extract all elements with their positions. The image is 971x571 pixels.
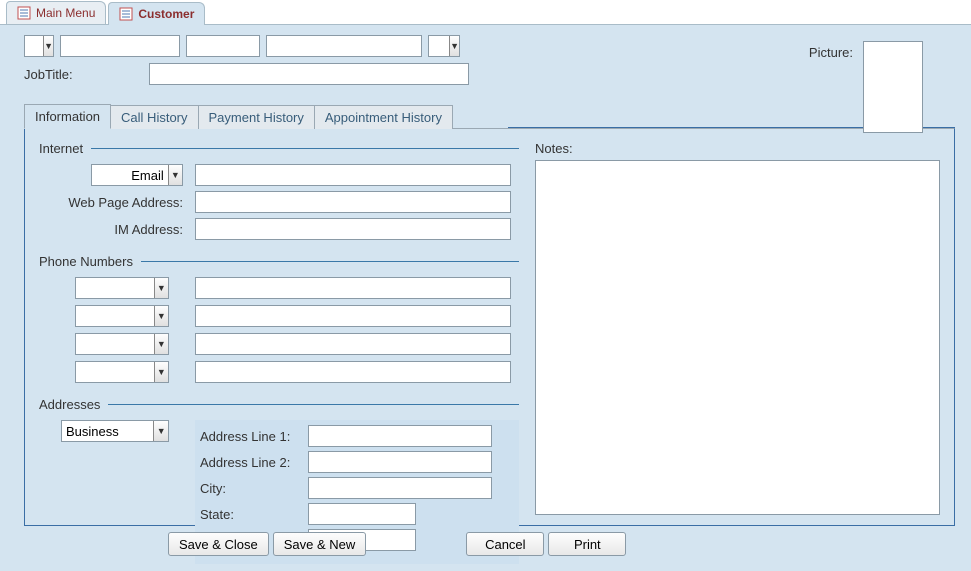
form-area: ▼ ▼ JobTitle: Picture: In (0, 25, 971, 564)
picture-label: Picture: (809, 45, 853, 60)
chevron-down-icon[interactable]: ▼ (153, 421, 168, 441)
right-column: Notes: (535, 141, 940, 515)
phone-type-combo-4[interactable]: ▼ (75, 361, 169, 383)
notes-textarea[interactable] (535, 160, 940, 515)
address-type-combo[interactable]: ▼ (61, 420, 169, 442)
save-close-button[interactable]: Save & Close (168, 532, 269, 556)
internet-legend: Internet (39, 141, 83, 156)
tab-body-information: Internet ▼ Web Page Address: (24, 128, 955, 526)
chevron-down-icon[interactable]: ▼ (449, 36, 459, 56)
phone-legend: Phone Numbers (39, 254, 133, 269)
phone-number-input-2[interactable] (195, 305, 511, 327)
save-new-button[interactable]: Save & New (273, 532, 367, 556)
phone-type-input[interactable] (76, 334, 154, 354)
inner-tab-control: Information Call History Payment History… (24, 103, 955, 526)
addr-city-input[interactable] (308, 477, 492, 499)
addr-line1-input[interactable] (308, 425, 492, 447)
doctab-label: Customer (138, 7, 194, 21)
middle-name-input[interactable] (186, 35, 260, 57)
phone-type-input[interactable] (76, 306, 154, 326)
last-name-input[interactable] (266, 35, 422, 57)
address-legend: Addresses (39, 397, 100, 412)
phone-row-4: ▼ (39, 361, 519, 383)
im-label: IM Address: (39, 222, 189, 237)
phone-type-combo-3[interactable]: ▼ (75, 333, 169, 355)
phone-type-input[interactable] (76, 362, 154, 382)
phone-number-input-3[interactable] (195, 333, 511, 355)
form-icon (17, 6, 31, 20)
phone-row-3: ▼ (39, 333, 519, 355)
cancel-button[interactable]: Cancel (466, 532, 544, 556)
jobtitle-label: JobTitle: (24, 67, 73, 82)
left-column: Internet ▼ Web Page Address: (39, 141, 519, 515)
addr-state-input[interactable] (308, 503, 416, 525)
email-type-combo[interactable]: ▼ (91, 164, 183, 186)
picture-frame[interactable] (863, 41, 923, 133)
chevron-down-icon[interactable]: ▼ (168, 165, 182, 185)
doctab-customer[interactable]: Customer (108, 2, 205, 25)
suffix-combo[interactable]: ▼ (428, 35, 460, 57)
addr-line2-input[interactable] (308, 451, 492, 473)
print-button[interactable]: Print (548, 532, 626, 556)
header-row: ▼ ▼ JobTitle: Picture: (24, 35, 955, 85)
customer-form-window: Main Menu Customer ▼ ▼ (0, 0, 971, 571)
addr-line1-label: Address Line 1: (200, 429, 302, 444)
phone-type-combo-2[interactable]: ▼ (75, 305, 169, 327)
chevron-down-icon[interactable]: ▼ (154, 362, 168, 382)
chevron-down-icon[interactable]: ▼ (154, 278, 168, 298)
phone-row-1: ▼ (39, 277, 519, 299)
tab-payment-history[interactable]: Payment History (198, 105, 315, 129)
tab-call-history[interactable]: Call History (110, 105, 198, 129)
document-tab-strip: Main Menu Customer (0, 0, 971, 25)
phone-number-input-1[interactable] (195, 277, 511, 299)
addr-state-label: State: (200, 507, 302, 522)
internet-group: Internet ▼ Web Page Address: (39, 141, 519, 240)
phone-number-input-4[interactable] (195, 361, 511, 383)
tab-appointment-history[interactable]: Appointment History (314, 105, 453, 129)
web-label: Web Page Address: (39, 195, 189, 210)
email-input[interactable] (195, 164, 511, 186)
picture-box: Picture: (813, 41, 923, 133)
web-input[interactable] (195, 191, 511, 213)
phone-type-combo-1[interactable]: ▼ (75, 277, 169, 299)
form-icon (119, 7, 133, 21)
jobtitle-input[interactable] (149, 63, 469, 85)
address-type-input[interactable] (62, 421, 153, 441)
addr-line2-label: Address Line 2: (200, 455, 302, 470)
chevron-down-icon[interactable]: ▼ (154, 306, 168, 326)
prefix-combo[interactable]: ▼ (24, 35, 54, 57)
doctab-main-menu[interactable]: Main Menu (6, 1, 106, 24)
doctab-label: Main Menu (36, 6, 95, 20)
phone-group: Phone Numbers ▼ ▼ ▼ (39, 254, 519, 383)
email-type-input[interactable] (92, 165, 168, 185)
prefix-input[interactable] (25, 36, 43, 56)
chevron-down-icon[interactable]: ▼ (43, 36, 53, 56)
tab-information[interactable]: Information (24, 104, 111, 129)
first-name-input[interactable] (60, 35, 180, 57)
phone-row-2: ▼ (39, 305, 519, 327)
im-input[interactable] (195, 218, 511, 240)
phone-type-input[interactable] (76, 278, 154, 298)
chevron-down-icon[interactable]: ▼ (154, 334, 168, 354)
suffix-input[interactable] (429, 36, 449, 56)
notes-label: Notes: (535, 141, 940, 156)
addr-city-label: City: (200, 481, 302, 496)
